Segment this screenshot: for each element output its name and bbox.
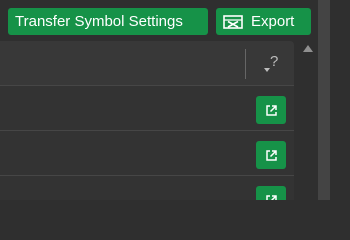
- external-link-icon: [265, 149, 277, 161]
- column-divider: [245, 49, 246, 79]
- export-label: Export: [251, 13, 295, 30]
- side-panel-edge: [318, 0, 330, 200]
- open-external-button[interactable]: [256, 186, 286, 200]
- scroll-up-icon[interactable]: [303, 45, 313, 52]
- transfer-symbol-settings-label: Transfer Symbol Settings: [15, 13, 183, 30]
- open-external-button[interactable]: [256, 96, 286, 124]
- symbol-table: ?: [0, 41, 294, 200]
- help-dropdown[interactable]: ?: [262, 53, 282, 77]
- external-link-icon: [265, 104, 277, 116]
- table-row: [0, 85, 294, 130]
- table-row: [0, 130, 294, 175]
- export-button[interactable]: Export: [216, 8, 311, 35]
- open-external-button[interactable]: [256, 141, 286, 169]
- external-link-icon: [265, 194, 277, 200]
- caret-down-icon: [264, 68, 270, 72]
- spreadsheet-icon: [223, 14, 243, 29]
- table-header: ?: [0, 41, 294, 85]
- table-row: [0, 175, 294, 200]
- transfer-symbol-settings-button[interactable]: Transfer Symbol Settings: [8, 8, 208, 35]
- vertical-scrollbar[interactable]: [300, 41, 316, 200]
- question-mark-icon: ?: [270, 53, 279, 70]
